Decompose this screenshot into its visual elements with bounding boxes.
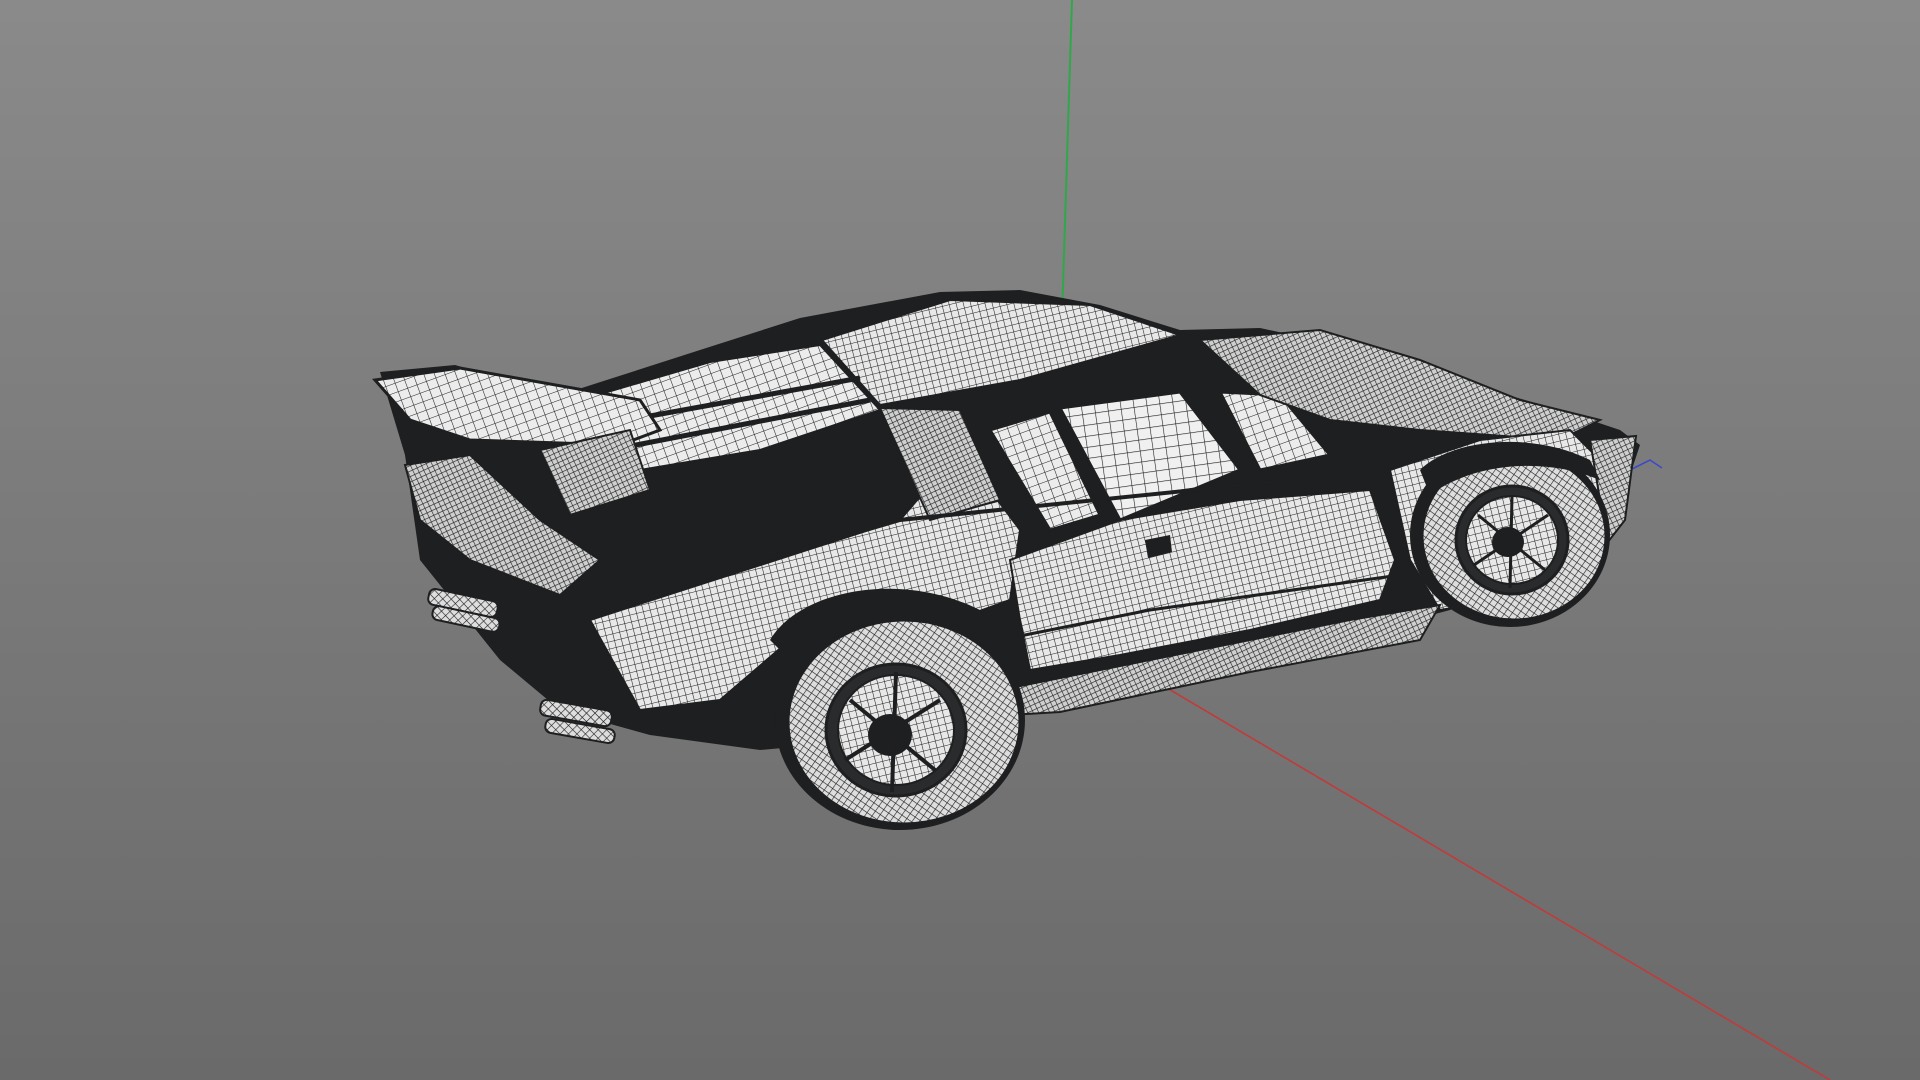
- viewport-canvas[interactable]: [0, 0, 1920, 1080]
- x-axis-line: [1139, 671, 1831, 1080]
- y-axis-line: [1061, 0, 1073, 319]
- car-model[interactable]: [372, 290, 1640, 830]
- z-axis-line: [1629, 459, 1663, 471]
- 3d-viewport[interactable]: [0, 0, 1920, 1080]
